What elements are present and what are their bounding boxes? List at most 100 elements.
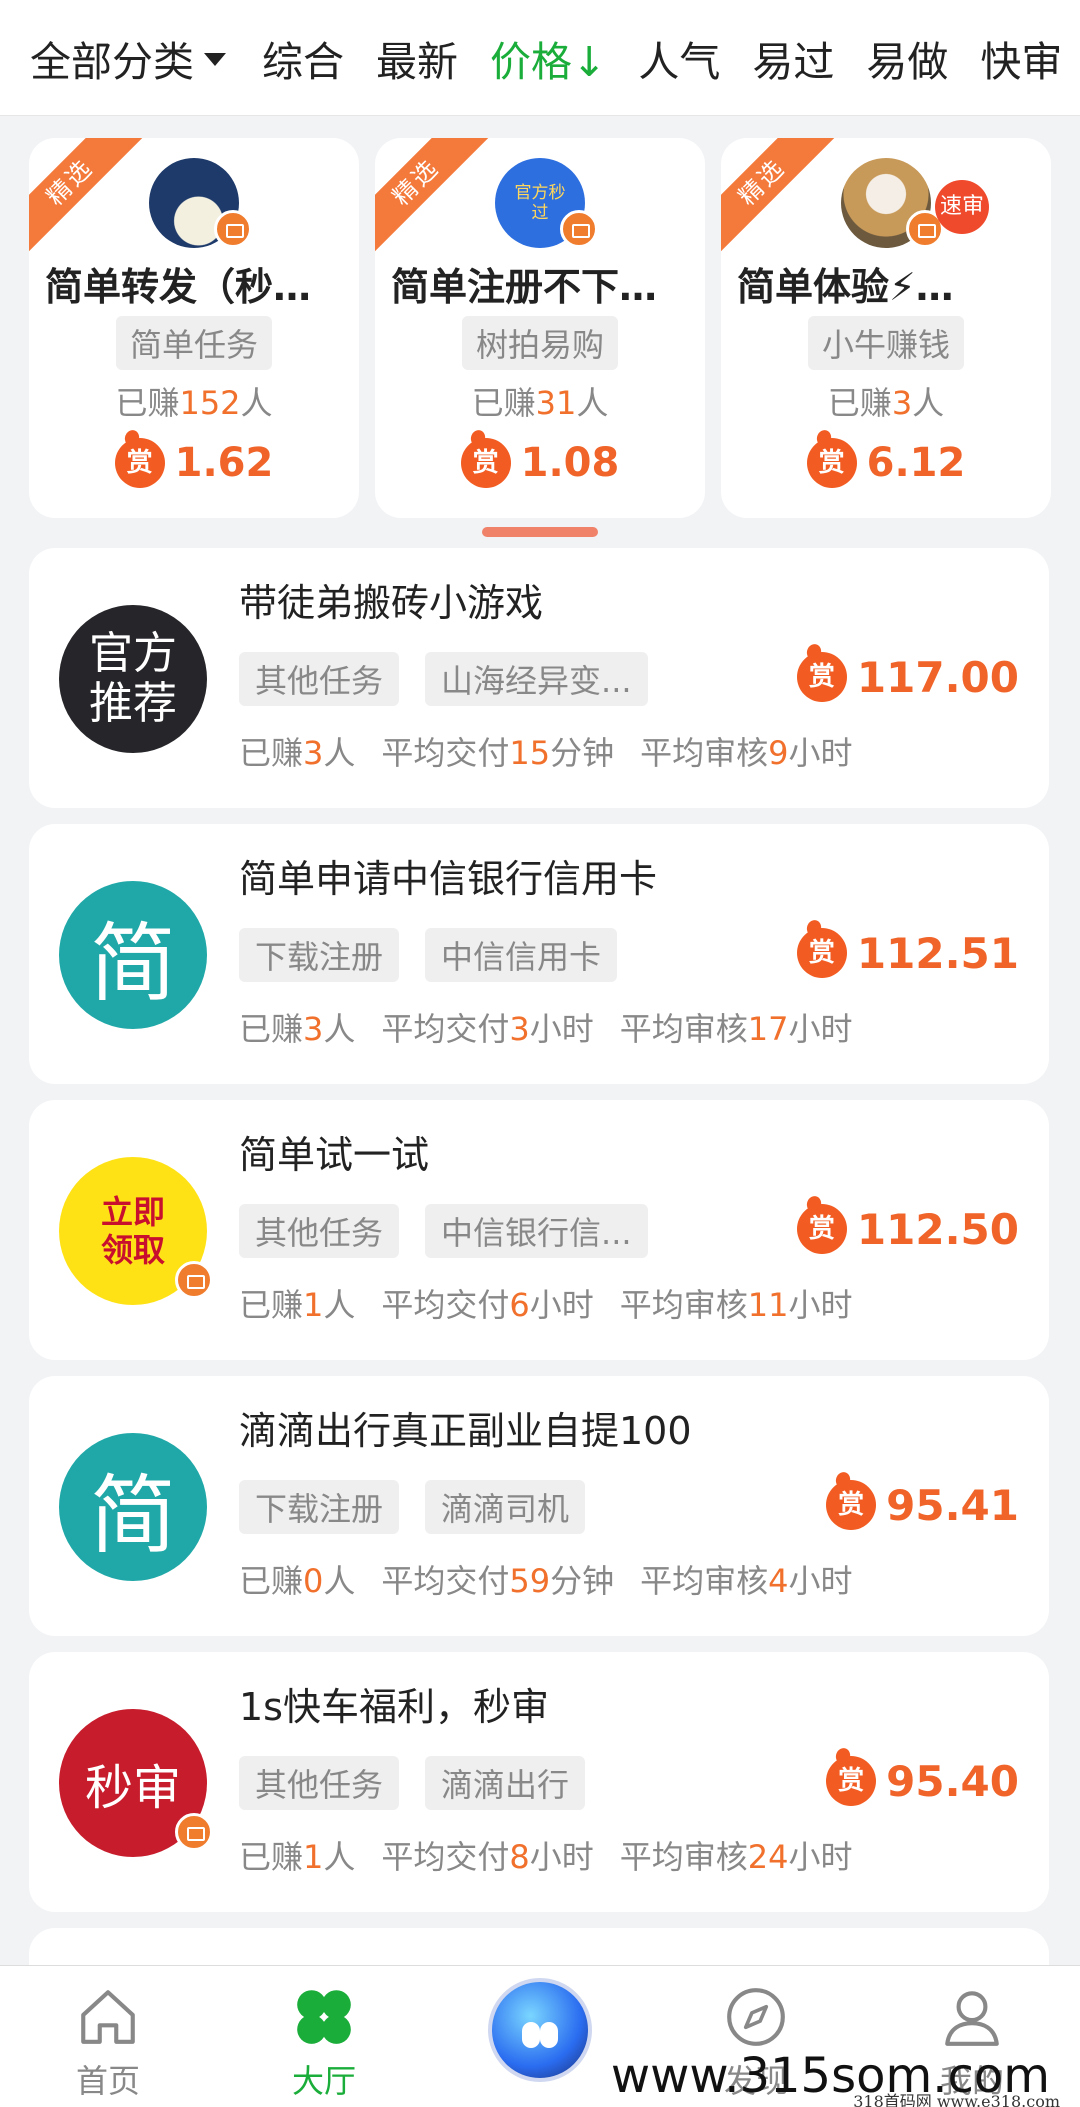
- price-value: 112.51: [856, 928, 1019, 978]
- task-stats: 已赚3人 平均交付3小时 平均审核17小时: [239, 1010, 853, 1048]
- diamond-medal-icon: [175, 1813, 213, 1851]
- featured-price: 赏 1.08: [375, 438, 705, 488]
- featured-title: 简单体验⚡…: [737, 265, 954, 309]
- filter-fast-review[interactable]: 快审: [980, 28, 1062, 88]
- nav-home-label: 首页: [75, 2062, 140, 2100]
- task-stats: 已赚3人 平均交付15分钟 平均审核9小时: [239, 734, 853, 772]
- task-tag: 山海经异变...: [425, 652, 648, 706]
- user-icon: [945, 1991, 999, 2046]
- task-tag: 中信信用卡: [425, 928, 618, 982]
- avatar: 简: [59, 1433, 207, 1581]
- compass-icon: [727, 1988, 785, 2046]
- featured-card[interactable]: 精选 简单转发（秒… 简单任务 已赚152人 赏 1.62: [29, 138, 359, 518]
- task-card[interactable]: 秒审 1s快车福利，秒审 其他任务 滴滴出行 赏 95.40 已赚1人 平均交付8…: [29, 1652, 1049, 1912]
- carousel-indicator: [482, 527, 598, 537]
- price-value: 6.12: [866, 440, 966, 486]
- price-value: 1.08: [520, 440, 620, 486]
- task-price: 赏 112.50: [796, 1204, 1019, 1254]
- featured-ribbon: 精选: [721, 138, 837, 257]
- featured-ribbon: 精选: [375, 138, 491, 257]
- task-title: 1s快车福利，秒审: [239, 1685, 549, 1729]
- reward-icon: 赏: [806, 438, 857, 488]
- task-tag: 其他任务: [239, 1204, 400, 1258]
- task-tag: 中信银行信...: [425, 1204, 648, 1258]
- nav-hall-label: 大厅: [291, 2062, 356, 2100]
- featured-card[interactable]: 精选 速审 简单体验⚡… 小牛赚钱 已赚3人 赏 6.12: [721, 138, 1051, 518]
- reward-icon: 赏: [796, 1204, 847, 1254]
- reward-icon: 赏: [114, 438, 165, 488]
- featured-carousel: 精选 简单转发（秒… 简单任务 已赚152人 赏 1.62 精选 官方秒过 简单…: [29, 138, 1051, 518]
- filter-easy-pass[interactable]: 易过: [752, 28, 834, 88]
- task-title: 滴滴出行真正副业自提100: [239, 1409, 692, 1453]
- task-tag: 下载注册: [239, 928, 400, 982]
- featured-title: 简单转发（秒…: [45, 265, 312, 309]
- price-value: 117.00: [856, 652, 1019, 702]
- task-price: 赏 112.51: [796, 928, 1019, 978]
- diamond-medal-icon: [214, 210, 252, 248]
- filter-all-categories[interactable]: 全部分类: [30, 28, 226, 88]
- avatar: 秒审: [59, 1709, 213, 1857]
- filter-comprehensive[interactable]: 综合: [262, 28, 344, 88]
- task-list: 官方推荐 带徒弟搬砖小游戏 其他任务 山海经异变... 赏 117.00 已赚3…: [29, 548, 1049, 2004]
- task-price: 赏 95.40: [826, 1756, 1019, 1806]
- featured-card[interactable]: 精选 官方秒过 简单注册不下… 树拍易购 已赚31人 赏 1.08: [375, 138, 705, 518]
- task-stats: 已赚1人 平均交付6小时 平均审核11小时: [239, 1286, 853, 1324]
- reward-icon: 赏: [826, 1756, 877, 1806]
- avatar: 立即领取: [59, 1157, 213, 1305]
- featured-tag: 简单任务: [115, 316, 273, 370]
- robot-icon: [488, 1978, 592, 2082]
- task-card[interactable]: 简 简单申请中信银行信用卡 下载注册 中信信用卡 赏 112.51 已赚3人 平均…: [29, 824, 1049, 1084]
- featured-tag: 小牛赚钱: [807, 316, 965, 370]
- reward-icon: 赏: [460, 438, 511, 488]
- task-title: 简单试一试: [239, 1133, 430, 1177]
- task-tag: 其他任务: [239, 652, 400, 706]
- diamond-medal-icon: [175, 1261, 213, 1299]
- home-icon: [81, 1990, 135, 2044]
- reward-icon: 赏: [796, 652, 847, 702]
- watermark-small: 318首码网 www.e318.com: [853, 2092, 1060, 2107]
- avatar: 简: [59, 881, 207, 1029]
- task-card[interactable]: 简 滴滴出行真正副业自提100 下载注册 滴滴司机 赏 95.41 已赚0人 平均…: [29, 1376, 1049, 1636]
- task-tag: 滴滴出行: [425, 1756, 586, 1810]
- featured-earned: 已赚152人: [115, 384, 273, 422]
- task-card[interactable]: 立即领取 简单试一试 其他任务 中信银行信... 赏 112.50 已赚1人 平均…: [29, 1100, 1049, 1360]
- task-stats: 已赚1人 平均交付8小时 平均审核24小时: [239, 1838, 853, 1876]
- filter-all-categories-label: 全部分类: [30, 37, 194, 86]
- task-card[interactable]: 官方推荐 带徒弟搬砖小游戏 其他任务 山海经异变... 赏 117.00 已赚3…: [29, 548, 1049, 808]
- featured-title: 简单注册不下…: [391, 265, 658, 309]
- featured-tag: 树拍易购: [461, 316, 619, 370]
- filter-price-desc[interactable]: 价格↓: [490, 28, 606, 88]
- filter-latest[interactable]: 最新: [376, 28, 458, 88]
- filter-easy-do[interactable]: 易做: [866, 28, 948, 88]
- task-price: 赏 117.00: [796, 652, 1019, 702]
- task-stats: 已赚0人 平均交付59分钟 平均审核4小时: [239, 1562, 853, 1600]
- featured-earned: 已赚3人: [827, 384, 945, 422]
- avatar: 官方推荐: [59, 605, 207, 753]
- task-tags: 其他任务 山海经异变...: [239, 652, 648, 706]
- featured-price: 赏 1.62: [29, 438, 359, 488]
- featured-earned: 已赚31人: [471, 384, 609, 422]
- reward-icon: 赏: [826, 1480, 877, 1530]
- price-value: 95.41: [886, 1480, 1019, 1530]
- fast-review-badge: 速审: [935, 180, 989, 234]
- filter-popularity[interactable]: 人气: [638, 28, 720, 88]
- price-value: 95.40: [886, 1756, 1019, 1806]
- task-tag: 其他任务: [239, 1756, 400, 1810]
- caret-down-icon: [204, 53, 226, 66]
- medal-icon: [560, 210, 598, 248]
- reward-icon: 赏: [796, 928, 847, 978]
- nav-hall[interactable]: 大厅: [216, 1966, 432, 2107]
- featured-ribbon: 精选: [29, 138, 145, 257]
- nav-home[interactable]: 首页: [0, 1966, 216, 2107]
- task-tags: 下载注册 中信信用卡: [239, 928, 618, 982]
- task-tag: 滴滴司机: [425, 1480, 586, 1534]
- filter-bar: 全部分类 综合 最新 价格↓ 人气 易过 易做 快审: [0, 0, 1080, 116]
- clover-icon: [297, 1990, 351, 2044]
- task-tags: 其他任务 中信银行信...: [239, 1204, 648, 1258]
- task-tags: 其他任务 滴滴出行: [239, 1756, 586, 1810]
- task-tags: 下载注册 滴滴司机: [239, 1480, 586, 1534]
- task-price: 赏 95.41: [826, 1480, 1019, 1530]
- featured-price: 赏 6.12: [721, 438, 1051, 488]
- task-title: 带徒弟搬砖小游戏: [239, 581, 544, 625]
- price-value: 112.50: [856, 1204, 1019, 1254]
